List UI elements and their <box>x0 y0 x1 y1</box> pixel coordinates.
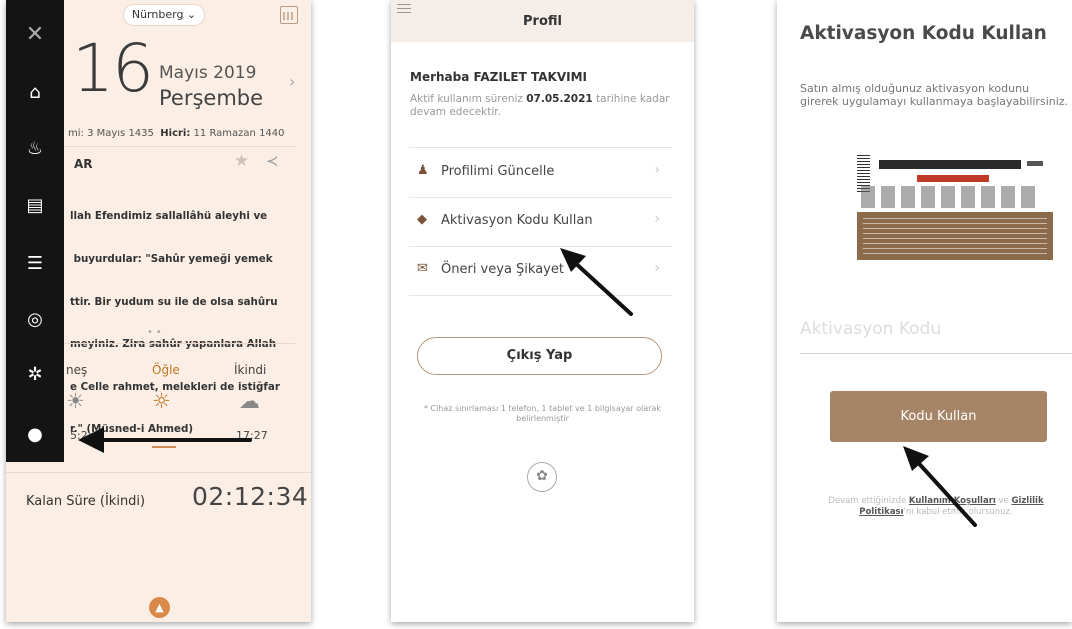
annotation-arrows <box>78 248 977 527</box>
arrow-annotation <box>78 427 252 453</box>
tutorial-canvas: Nürnberg ⌄ 16 Mayıs 2019 Perşembe › mi: … <box>0 0 1072 629</box>
arrow-annotation <box>903 446 977 527</box>
arrow-annotation <box>560 248 633 316</box>
